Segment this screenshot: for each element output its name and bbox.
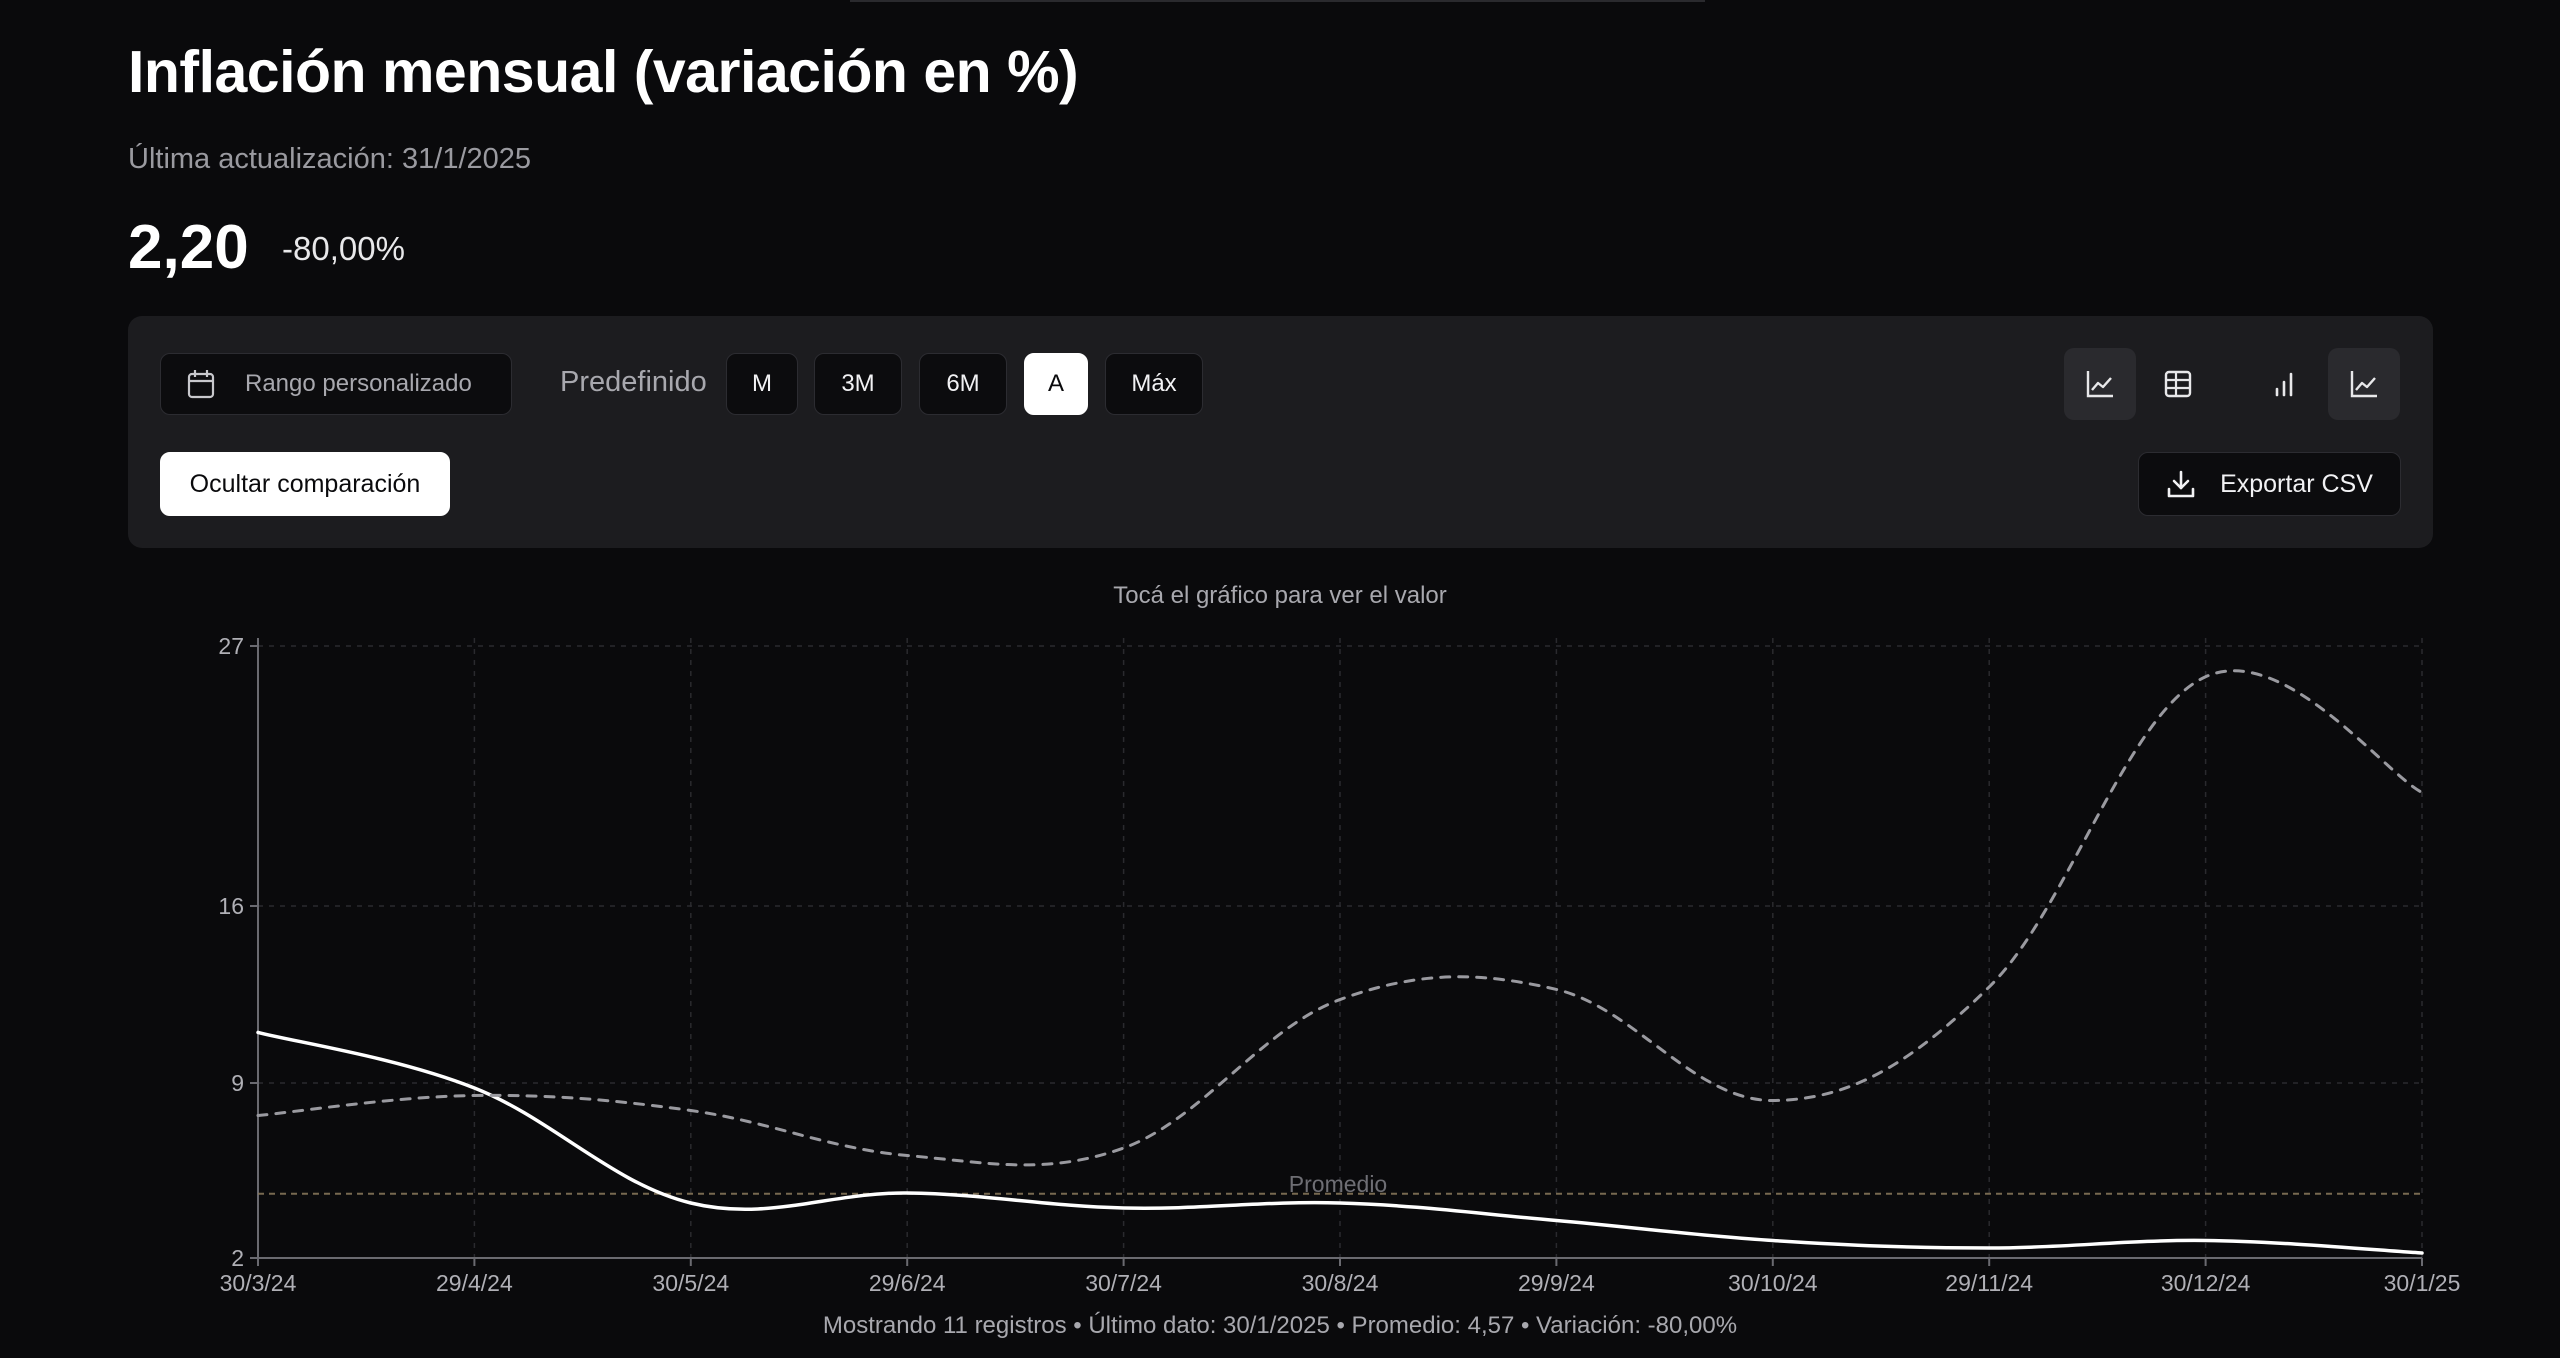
x-tick-label: 29/6/24 [869,1270,946,1296]
x-tick-label: 30/5/24 [652,1270,729,1296]
x-tick-label: 30/3/24 [220,1270,297,1296]
x-tick-label: 30/8/24 [1302,1270,1379,1296]
y-tick-label: 2 [231,1245,244,1271]
x-tick-label: 30/1/25 [2384,1270,2461,1296]
series-line-main [256,1030,2424,1255]
x-tick-label: 29/11/24 [1945,1270,2033,1296]
chart-summary: Mostrando 11 registros • Último dato: 30… [822,1312,1738,1339]
x-tick-label: 29/4/24 [436,1270,513,1296]
x-tick-label: 30/10/24 [1728,1270,1818,1296]
line-chart[interactable]: 2 9 16 27 30/3/24 29/4/24 30/5/24 29/6/24 30/7/2… [0,0,2560,1358]
x-tick-label: 30/7/24 [1085,1270,1162,1296]
x-tick-label: 30/12/24 [2161,1270,2251,1296]
page: Inflación mensual (variación en %) Últim… [0,0,2560,1358]
x-tick-label: 29/9/24 [1518,1270,1595,1296]
y-tick-label: 9 [231,1070,244,1096]
y-tick-label: 27 [218,633,244,659]
average-label: Promedio [1289,1171,1387,1197]
y-tick-label: 16 [218,893,244,919]
